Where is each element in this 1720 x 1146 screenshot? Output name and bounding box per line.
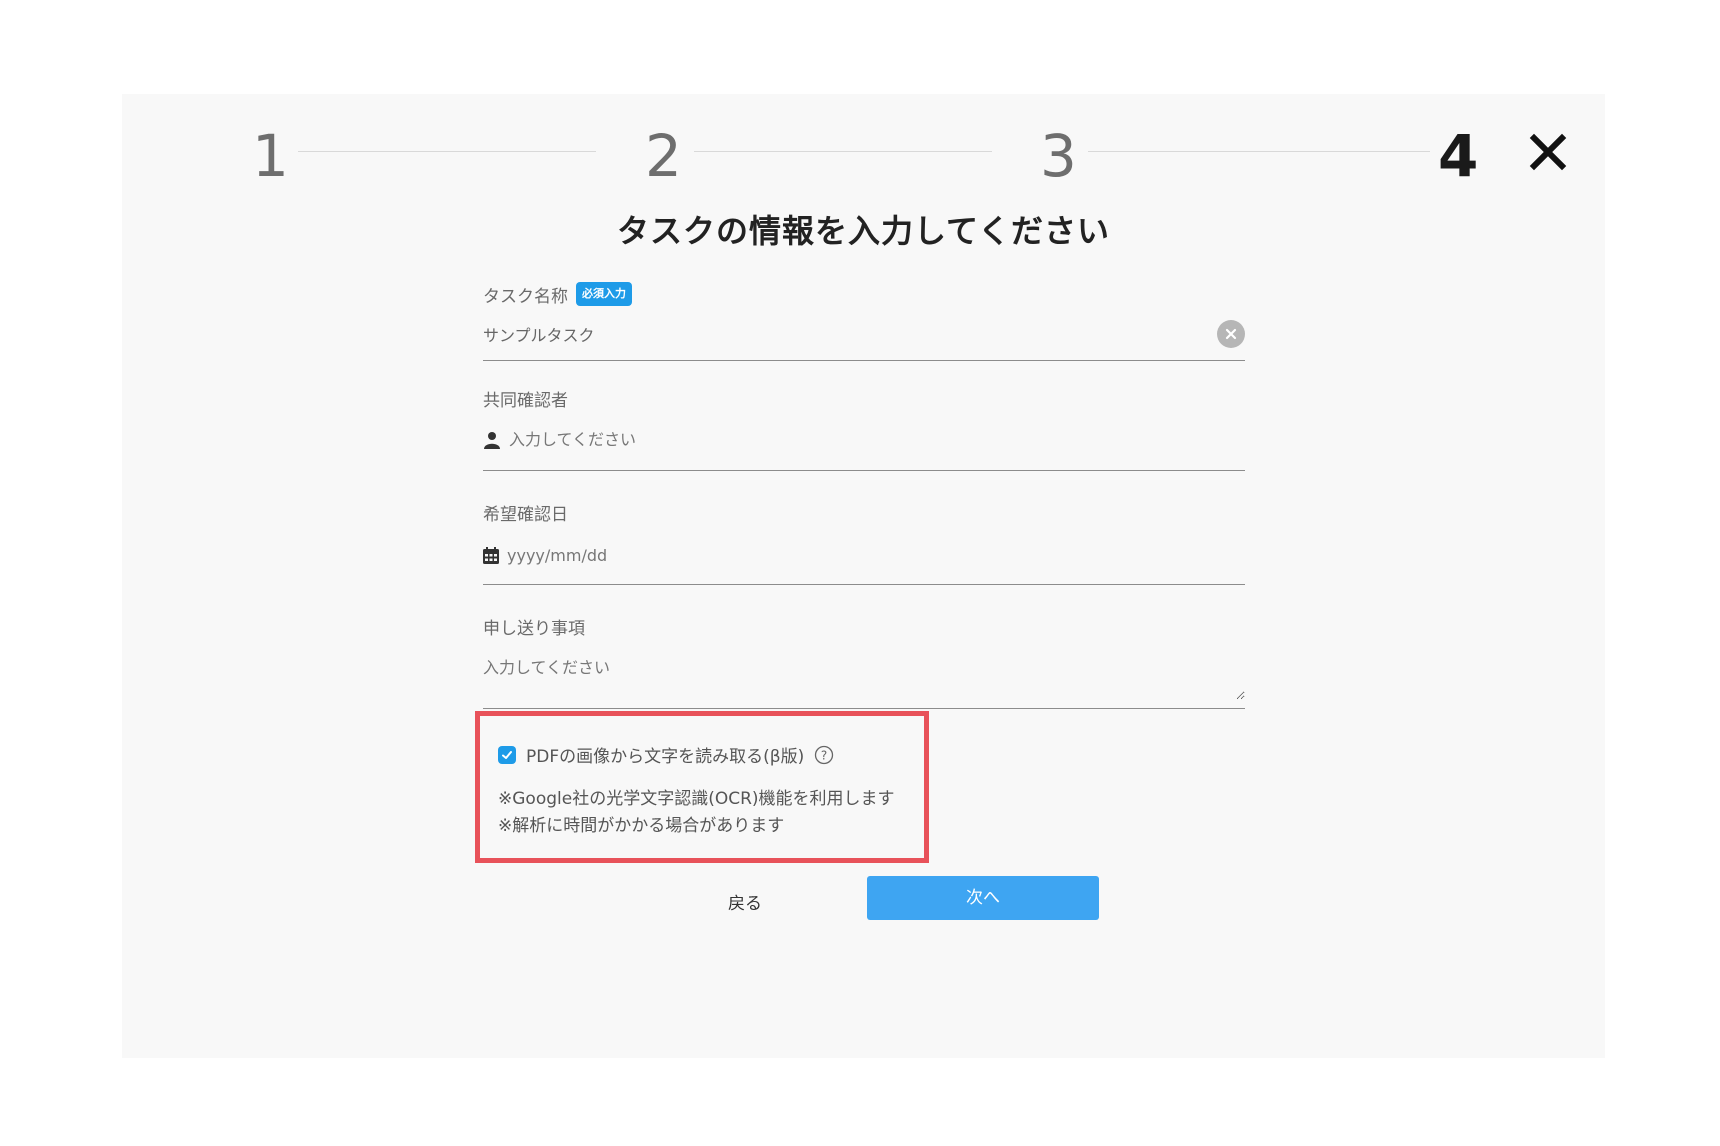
step-connector [1088, 151, 1430, 152]
co-reviewer-label: 共同確認者 [483, 390, 568, 411]
next-button[interactable]: 次へ [867, 876, 1099, 920]
co-reviewer-underline [483, 470, 1245, 471]
desired-date-field: 希望確認日 [483, 498, 1245, 608]
step-4-current: 4 [1438, 122, 1479, 190]
step-connector [298, 151, 596, 152]
task-name-input[interactable] [483, 324, 1133, 343]
calendar-icon [483, 547, 499, 564]
ocr-note-2: ※解析に時間がかかる場合があります [498, 816, 785, 836]
ocr-note-1: ※Google社の光学文字認識(OCR)機能を利用します [498, 789, 895, 809]
clear-icon[interactable] [1217, 320, 1245, 348]
task-name-label: タスク名称 [483, 286, 568, 307]
task-name-underline [483, 360, 1245, 361]
desired-date-input[interactable] [507, 546, 1157, 565]
svg-text:?: ? [821, 748, 827, 762]
close-icon[interactable] [1526, 130, 1570, 174]
step-2: 2 [645, 122, 682, 190]
step-connector [694, 151, 992, 152]
co-reviewer-field: 共同確認者 [483, 384, 1245, 494]
desired-date-label: 希望確認日 [483, 504, 568, 525]
step-3: 3 [1040, 122, 1077, 190]
handover-label: 申し送り事項 [483, 618, 585, 639]
required-badge: 必須入力 [576, 282, 632, 306]
page-title: タスクの情報を入力してください [616, 212, 1111, 250]
check-icon [502, 750, 512, 759]
step-1: 1 [252, 122, 289, 190]
ocr-checkbox[interactable] [498, 745, 516, 764]
modal-panel: 1 2 3 4 タスクの情報を入力してください タスク名称 必須入力 共同確認者 [122, 94, 1605, 1058]
help-icon[interactable]: ? [814, 745, 834, 765]
handover-textarea[interactable] [483, 654, 1245, 700]
user-icon [484, 431, 500, 449]
ocr-label: PDFの画像から文字を読み取る(β版) [526, 747, 805, 767]
co-reviewer-input[interactable] [509, 430, 1159, 449]
back-button[interactable]: 戻る [702, 884, 788, 924]
desired-date-underline [483, 584, 1245, 585]
handover-underline [483, 708, 1245, 709]
ocr-option-highlight: PDFの画像から文字を読み取る(β版) ? ※Google社の光学文字認識(OC… [475, 711, 929, 863]
